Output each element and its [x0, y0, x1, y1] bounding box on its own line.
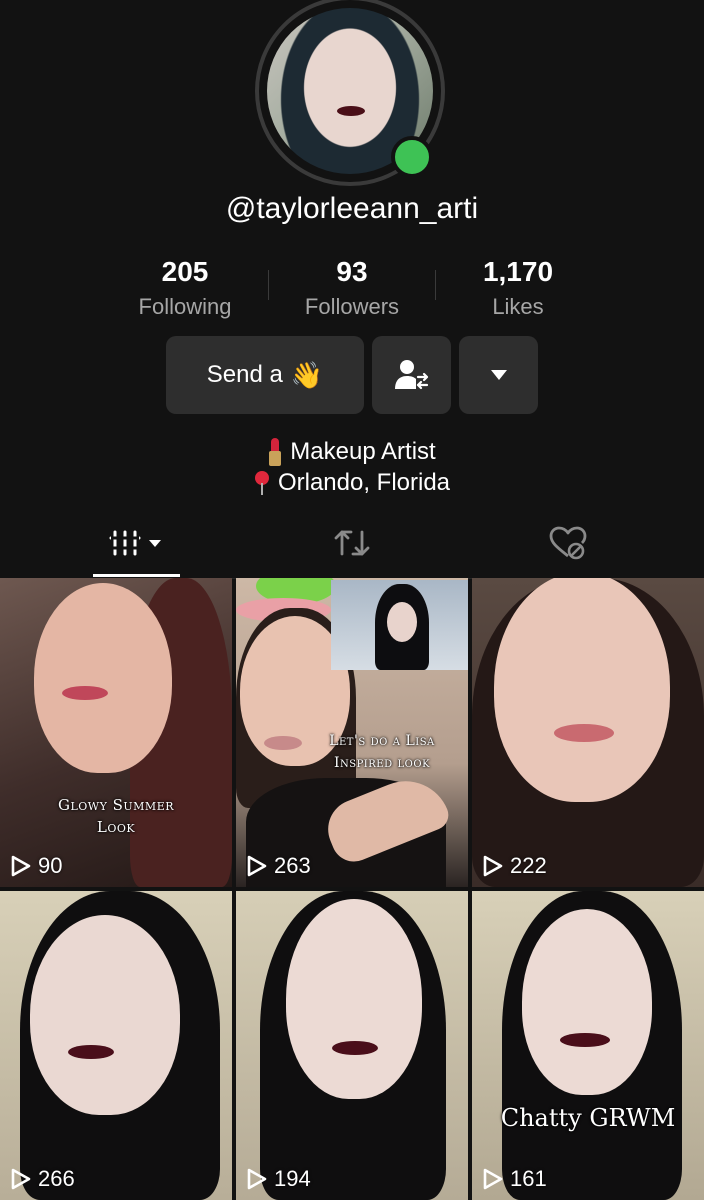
tab-reposts[interactable] — [310, 510, 394, 576]
profile-tabs — [0, 510, 704, 579]
send-wave-label: Send a — [206, 361, 283, 388]
video-caption: Let's do a Lisa Inspired look — [296, 730, 468, 774]
video-view-count: 266 — [10, 1166, 75, 1192]
play-icon — [11, 855, 31, 877]
avatar-ring — [255, 0, 445, 186]
thumb-lips — [68, 1045, 114, 1059]
stat-following-label: Following — [138, 294, 232, 319]
bio-line-location: Orlando, Florida — [0, 467, 704, 498]
video-view-count: 90 — [10, 853, 62, 879]
video-caption-line: Look — [96, 818, 136, 836]
thumb-face — [494, 578, 670, 802]
video-thumbnail[interactable]: Let's do a Lisa Inspired look 263 — [236, 578, 468, 887]
play-icon — [483, 855, 503, 877]
video-views-text: 266 — [38, 1166, 75, 1191]
inset-face — [387, 602, 417, 642]
video-thumbnail[interactable]: 266 — [0, 891, 232, 1200]
play-icon — [483, 1168, 503, 1190]
video-view-count: 263 — [246, 853, 311, 879]
stat-likes[interactable]: 1,170 Likes — [433, 256, 603, 320]
stat-following-value: 205 — [161, 256, 209, 287]
play-icon — [247, 855, 267, 877]
thumb-face — [286, 899, 422, 1099]
avatar-lips — [337, 106, 365, 116]
thumb-face — [30, 915, 180, 1115]
stat-followers-label: Followers — [304, 294, 400, 319]
bio-line-occupation: Makeup Artist — [0, 436, 704, 467]
video-caption: Glowy Summer Look — [0, 794, 232, 838]
video-views-text: 161 — [510, 1166, 547, 1191]
more-options-button[interactable] — [459, 336, 538, 414]
video-caption-line: Let's do a Lisa — [329, 733, 435, 749]
thumb-face — [34, 583, 172, 773]
add-friend-button[interactable] — [372, 336, 451, 414]
thumb-lips — [560, 1033, 610, 1047]
stat-likes-value: 1,170 — [482, 256, 554, 287]
video-caption-line: Inspired look — [333, 755, 431, 771]
bio-location-text: Orlando, Florida — [277, 469, 451, 496]
pin-icon — [254, 469, 270, 497]
video-view-count: 194 — [246, 1166, 311, 1192]
video-thumbnail[interactable]: Glowy Summer Look 90 — [0, 578, 232, 887]
video-caption: Chatty GRWM — [472, 1104, 704, 1132]
online-status-dot — [391, 136, 433, 178]
video-thumbnail[interactable]: Chatty GRWM 161 — [472, 891, 704, 1200]
wave-emoji: 👋 — [290, 359, 324, 390]
caret-down-icon — [490, 370, 507, 380]
lipstick-icon — [268, 437, 282, 466]
bio-occupation-text: Makeup Artist — [290, 438, 436, 465]
bio: Makeup Artist Orlando, Florida — [0, 436, 704, 498]
thumb-face — [522, 909, 652, 1095]
thumb-lips — [332, 1041, 378, 1055]
video-view-count: 161 — [482, 1166, 547, 1192]
thumb-lips — [554, 724, 614, 742]
video-grid: Glowy Summer Look 90 Let's do a Lisa Ins… — [0, 578, 704, 1200]
video-views-text: 194 — [274, 1166, 311, 1191]
stats-row: 205 Following 93 Followers 1,170 Likes — [0, 256, 704, 326]
video-views-text: 90 — [38, 853, 63, 878]
send-wave-button[interactable]: Send a 👋 — [166, 336, 364, 414]
thumb-lips — [62, 686, 108, 700]
stat-followers[interactable]: 93 Followers — [267, 256, 437, 320]
video-caption-line: Chatty GRWM — [500, 1104, 676, 1132]
play-icon — [247, 1168, 267, 1190]
stat-likes-label: Likes — [492, 294, 544, 319]
add-friend-icon — [394, 360, 428, 390]
videos-grid-icon — [109, 530, 161, 556]
video-thumbnail[interactable]: 222 — [472, 578, 704, 887]
tab-liked[interactable] — [526, 510, 610, 576]
repost-icon — [334, 530, 370, 556]
video-view-count: 222 — [482, 853, 547, 879]
tab-videos[interactable] — [93, 510, 180, 576]
video-views-text: 222 — [510, 853, 547, 878]
profile-header: @taylorleeann_arti 205 Following 93 Foll… — [0, 0, 704, 579]
active-tab-indicator — [93, 574, 180, 577]
thumb-inset-photo — [331, 580, 468, 670]
video-views-text: 263 — [274, 853, 311, 878]
username: @taylorleeann_arti — [225, 192, 479, 225]
stat-followers-value: 93 — [336, 256, 368, 287]
play-icon — [11, 1168, 31, 1190]
stat-following[interactable]: 205 Following — [100, 256, 270, 320]
video-thumbnail[interactable]: 194 — [236, 891, 468, 1200]
liked-hidden-icon — [549, 526, 587, 560]
video-caption-line: Glowy Summer — [57, 796, 175, 814]
